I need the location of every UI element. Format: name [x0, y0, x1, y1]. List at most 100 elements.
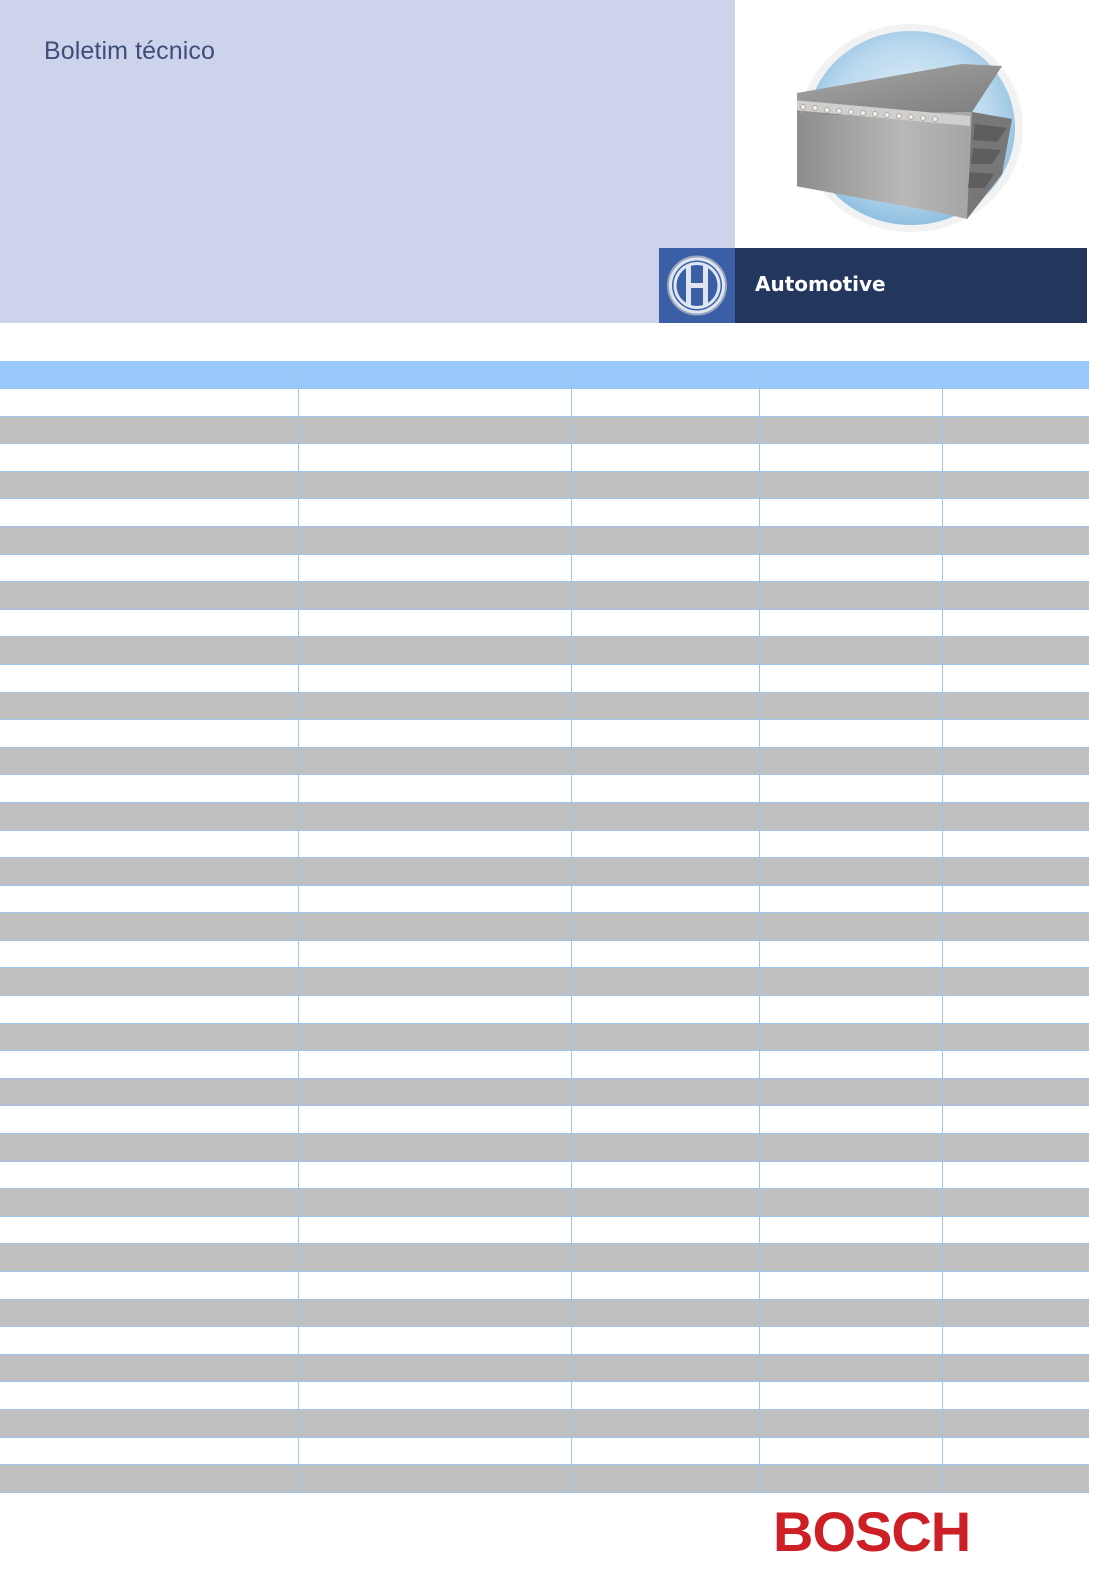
table-row [0, 830, 1089, 859]
table-cell [942, 1326, 1089, 1355]
table-row [0, 1161, 1089, 1190]
table-cell [571, 1050, 760, 1079]
table-cell [298, 1078, 572, 1107]
table-cell [298, 1243, 572, 1272]
table-cell [759, 885, 943, 914]
table-cell [942, 636, 1089, 665]
table-cell [298, 498, 572, 527]
table-cell [942, 1299, 1089, 1328]
table-cell [942, 1437, 1089, 1466]
table-cell [942, 388, 1089, 417]
table-row [0, 857, 1089, 886]
table-cell [571, 609, 760, 638]
table-cell [759, 388, 943, 417]
table-cell [571, 1299, 760, 1328]
table-cell [298, 1216, 572, 1245]
table-cell [298, 747, 572, 776]
table-row [0, 967, 1089, 997]
table-cell [0, 912, 299, 941]
table-cell [298, 774, 572, 803]
table-cell [0, 692, 299, 721]
table-cell [942, 443, 1089, 472]
table-cell [571, 967, 760, 997]
table-cell [298, 719, 572, 748]
table-cell [571, 1161, 760, 1190]
table-cell [0, 747, 299, 776]
header-panel: Boletim técnico [0, 0, 735, 323]
table-cell [0, 526, 299, 555]
table-cell [942, 719, 1089, 748]
table-cell [942, 526, 1089, 555]
table-cell [571, 885, 760, 914]
table-cell [759, 1243, 943, 1272]
table-cell [298, 857, 572, 886]
table-cell [571, 1464, 760, 1493]
table-row [0, 609, 1089, 638]
table-row [0, 912, 1089, 941]
table-header-cell [571, 361, 760, 389]
table-row [0, 416, 1089, 445]
table-cell [759, 1464, 943, 1493]
table-row [0, 885, 1089, 914]
bosch-wordmark: BOSCH [773, 1500, 971, 1563]
table-cell [942, 1161, 1089, 1190]
table-cell [0, 1023, 299, 1052]
table-cell [0, 1105, 299, 1135]
table-row [0, 940, 1089, 969]
table-cell [759, 609, 943, 638]
table-cell [759, 443, 943, 472]
table-row [0, 526, 1089, 555]
table-cell [0, 1188, 299, 1217]
table-cell [0, 1216, 299, 1245]
table-cell [942, 416, 1089, 445]
table-cell [298, 1161, 572, 1190]
table-cell [942, 471, 1089, 500]
table-cell [759, 1437, 943, 1466]
table-cell [942, 885, 1089, 914]
table-cell [571, 554, 760, 583]
table-cell [0, 1299, 299, 1328]
table-cell [298, 664, 572, 693]
bosch-armature-logo-icon [667, 255, 727, 316]
table-cell [571, 1354, 760, 1383]
table-cell [571, 1271, 760, 1300]
table-cell [0, 1243, 299, 1272]
table-cell [942, 774, 1089, 803]
table-cell [571, 388, 760, 417]
table-cell [298, 609, 572, 638]
table-cell [0, 967, 299, 997]
table-cell [942, 995, 1089, 1024]
table-row [0, 471, 1089, 500]
table-cell [759, 416, 943, 445]
table-cell [571, 581, 760, 610]
table-cell [571, 471, 760, 500]
table-cell [759, 526, 943, 555]
table-cell [298, 1105, 572, 1135]
table-cell [571, 830, 760, 859]
table-cell [571, 774, 760, 803]
table-body [0, 388, 1089, 1493]
table-cell [942, 940, 1089, 969]
table-row [0, 719, 1089, 748]
table-header-cell [942, 361, 1089, 389]
table-cell [571, 636, 760, 665]
table-row [0, 1437, 1089, 1466]
table-cell [0, 388, 299, 417]
table-row [0, 1188, 1089, 1217]
v-belt-cross-section-image [791, 24, 1023, 232]
table-cell [571, 1078, 760, 1107]
data-table [0, 361, 1089, 1493]
table-cell [759, 719, 943, 748]
table-cell [759, 471, 943, 500]
table-cell [942, 1133, 1089, 1162]
table-row [0, 747, 1089, 776]
table-cell [571, 1326, 760, 1355]
table-cell [942, 1078, 1089, 1107]
table-cell [759, 857, 943, 886]
division-bar: Automotive [735, 248, 1087, 323]
table-cell [759, 1299, 943, 1328]
table-cell [571, 995, 760, 1024]
table-cell [759, 1409, 943, 1438]
table-cell [759, 636, 943, 665]
table-header-cell [0, 361, 299, 389]
